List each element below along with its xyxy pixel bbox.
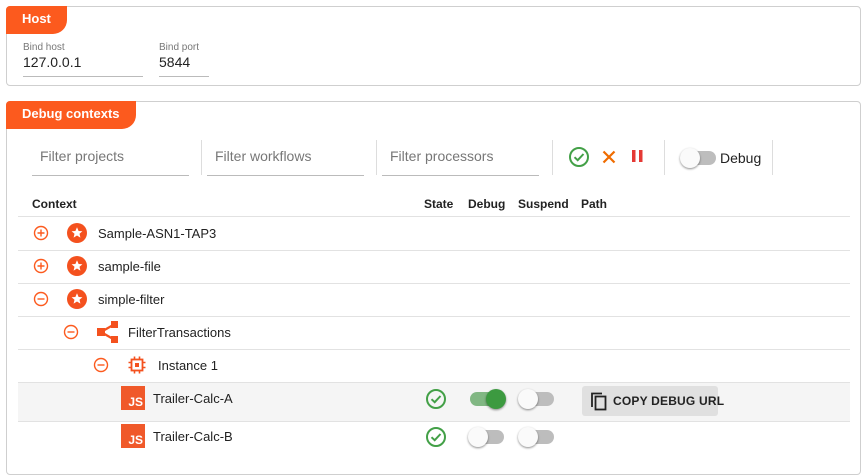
debug-contexts-title: Debug contexts [6,101,136,129]
global-debug-label: Debug [720,150,762,166]
collapse-instance-icon[interactable] [93,357,109,373]
processor-suspend-toggle-knob [518,427,538,447]
collapse-project-icon[interactable] [33,291,49,307]
project-star-icon [67,256,87,281]
bind-host-label: Bind host [23,42,65,53]
filter-processors-underline [382,175,539,176]
header-divider [18,216,850,217]
row-divider [18,316,850,317]
filter-workflows-underline [207,175,364,176]
javascript-processor-icon: JS [121,424,145,448]
bind-port-label: Bind port [159,42,200,53]
global-debug-toggle[interactable] [680,148,716,168]
host-panel: Host Bind host 127.0.0.1 Bind port 5844 [6,6,861,86]
processor-debug-toggle-knob [468,427,488,447]
project-name[interactable]: simple-filter [98,292,164,307]
bind-host-value[interactable]: 127.0.0.1 [23,54,81,70]
project-star-icon [67,289,87,314]
processor-debug-toggle[interactable] [468,427,504,447]
global-debug-toggle-knob [680,148,700,168]
column-path: Path [581,197,608,211]
processor-name[interactable]: Trailer-Calc-A [153,391,233,406]
host-panel-title: Host [6,6,67,34]
expand-project-icon[interactable] [33,225,49,241]
processor-name[interactable]: Trailer-Calc-B [153,429,233,444]
bind-host-underline [23,76,143,77]
filter-projects-field[interactable] [32,140,189,176]
row-divider [18,250,850,251]
instance-chip-icon [127,355,147,380]
processor-debug-toggle-knob [486,389,506,409]
state-ok-check-icon [425,426,447,453]
filter-projects-underline [32,175,189,176]
toolbar-divider [552,140,553,175]
bind-port-underline [159,76,209,77]
toolbar-divider [772,140,773,175]
column-suspend: Suspend [518,197,569,211]
row-divider [18,349,850,350]
expand-project-icon[interactable] [33,258,49,274]
enable-all-check-icon[interactable] [568,146,590,168]
javascript-badge-text: JS [128,395,143,409]
project-name[interactable]: Sample-ASN1-TAP3 [98,226,216,241]
state-ok-check-icon [425,388,447,415]
processor-suspend-toggle-knob [518,389,538,409]
javascript-badge-text: JS [128,433,143,447]
filter-processors-input[interactable] [390,148,531,164]
copy-debug-url-label: COPY DEBUG URL [613,394,725,408]
filter-divider [376,140,377,175]
bind-port-value[interactable]: 5844 [159,54,190,70]
row-divider [18,421,850,422]
copy-debug-url-button[interactable]: COPY DEBUG URL [582,386,724,416]
collapse-workflow-icon[interactable] [63,324,79,340]
column-state: State [424,197,454,211]
column-debug: Debug [468,197,506,211]
bind-port-field[interactable]: Bind port 5844 [159,42,209,78]
processor-suspend-toggle[interactable] [518,427,554,447]
workflow-share-icon [95,320,121,349]
project-name[interactable]: sample-file [98,259,161,274]
filter-workflows-field[interactable] [207,140,364,176]
filter-projects-input[interactable] [40,148,181,164]
clear-all-close-icon[interactable] [598,146,620,168]
workflow-name[interactable]: FilterTransactions [128,325,231,340]
processor-debug-toggle[interactable] [470,389,506,409]
row-divider [18,283,850,284]
project-star-icon [67,223,87,248]
filter-divider [201,140,202,175]
debug-contexts-panel: Debug contexts Debug Context State Debug… [6,101,861,475]
suspend-all-pause-icon[interactable] [627,146,649,168]
toolbar-divider [664,140,665,175]
filter-processors-field[interactable] [382,140,539,176]
javascript-processor-icon: JS [121,386,145,410]
filter-workflows-input[interactable] [215,148,356,164]
copy-icon [587,390,609,415]
column-context: Context [32,197,77,211]
bind-host-field[interactable]: Bind host 127.0.0.1 [23,42,143,78]
processor-suspend-toggle[interactable] [518,389,554,409]
instance-name[interactable]: Instance 1 [158,358,218,373]
